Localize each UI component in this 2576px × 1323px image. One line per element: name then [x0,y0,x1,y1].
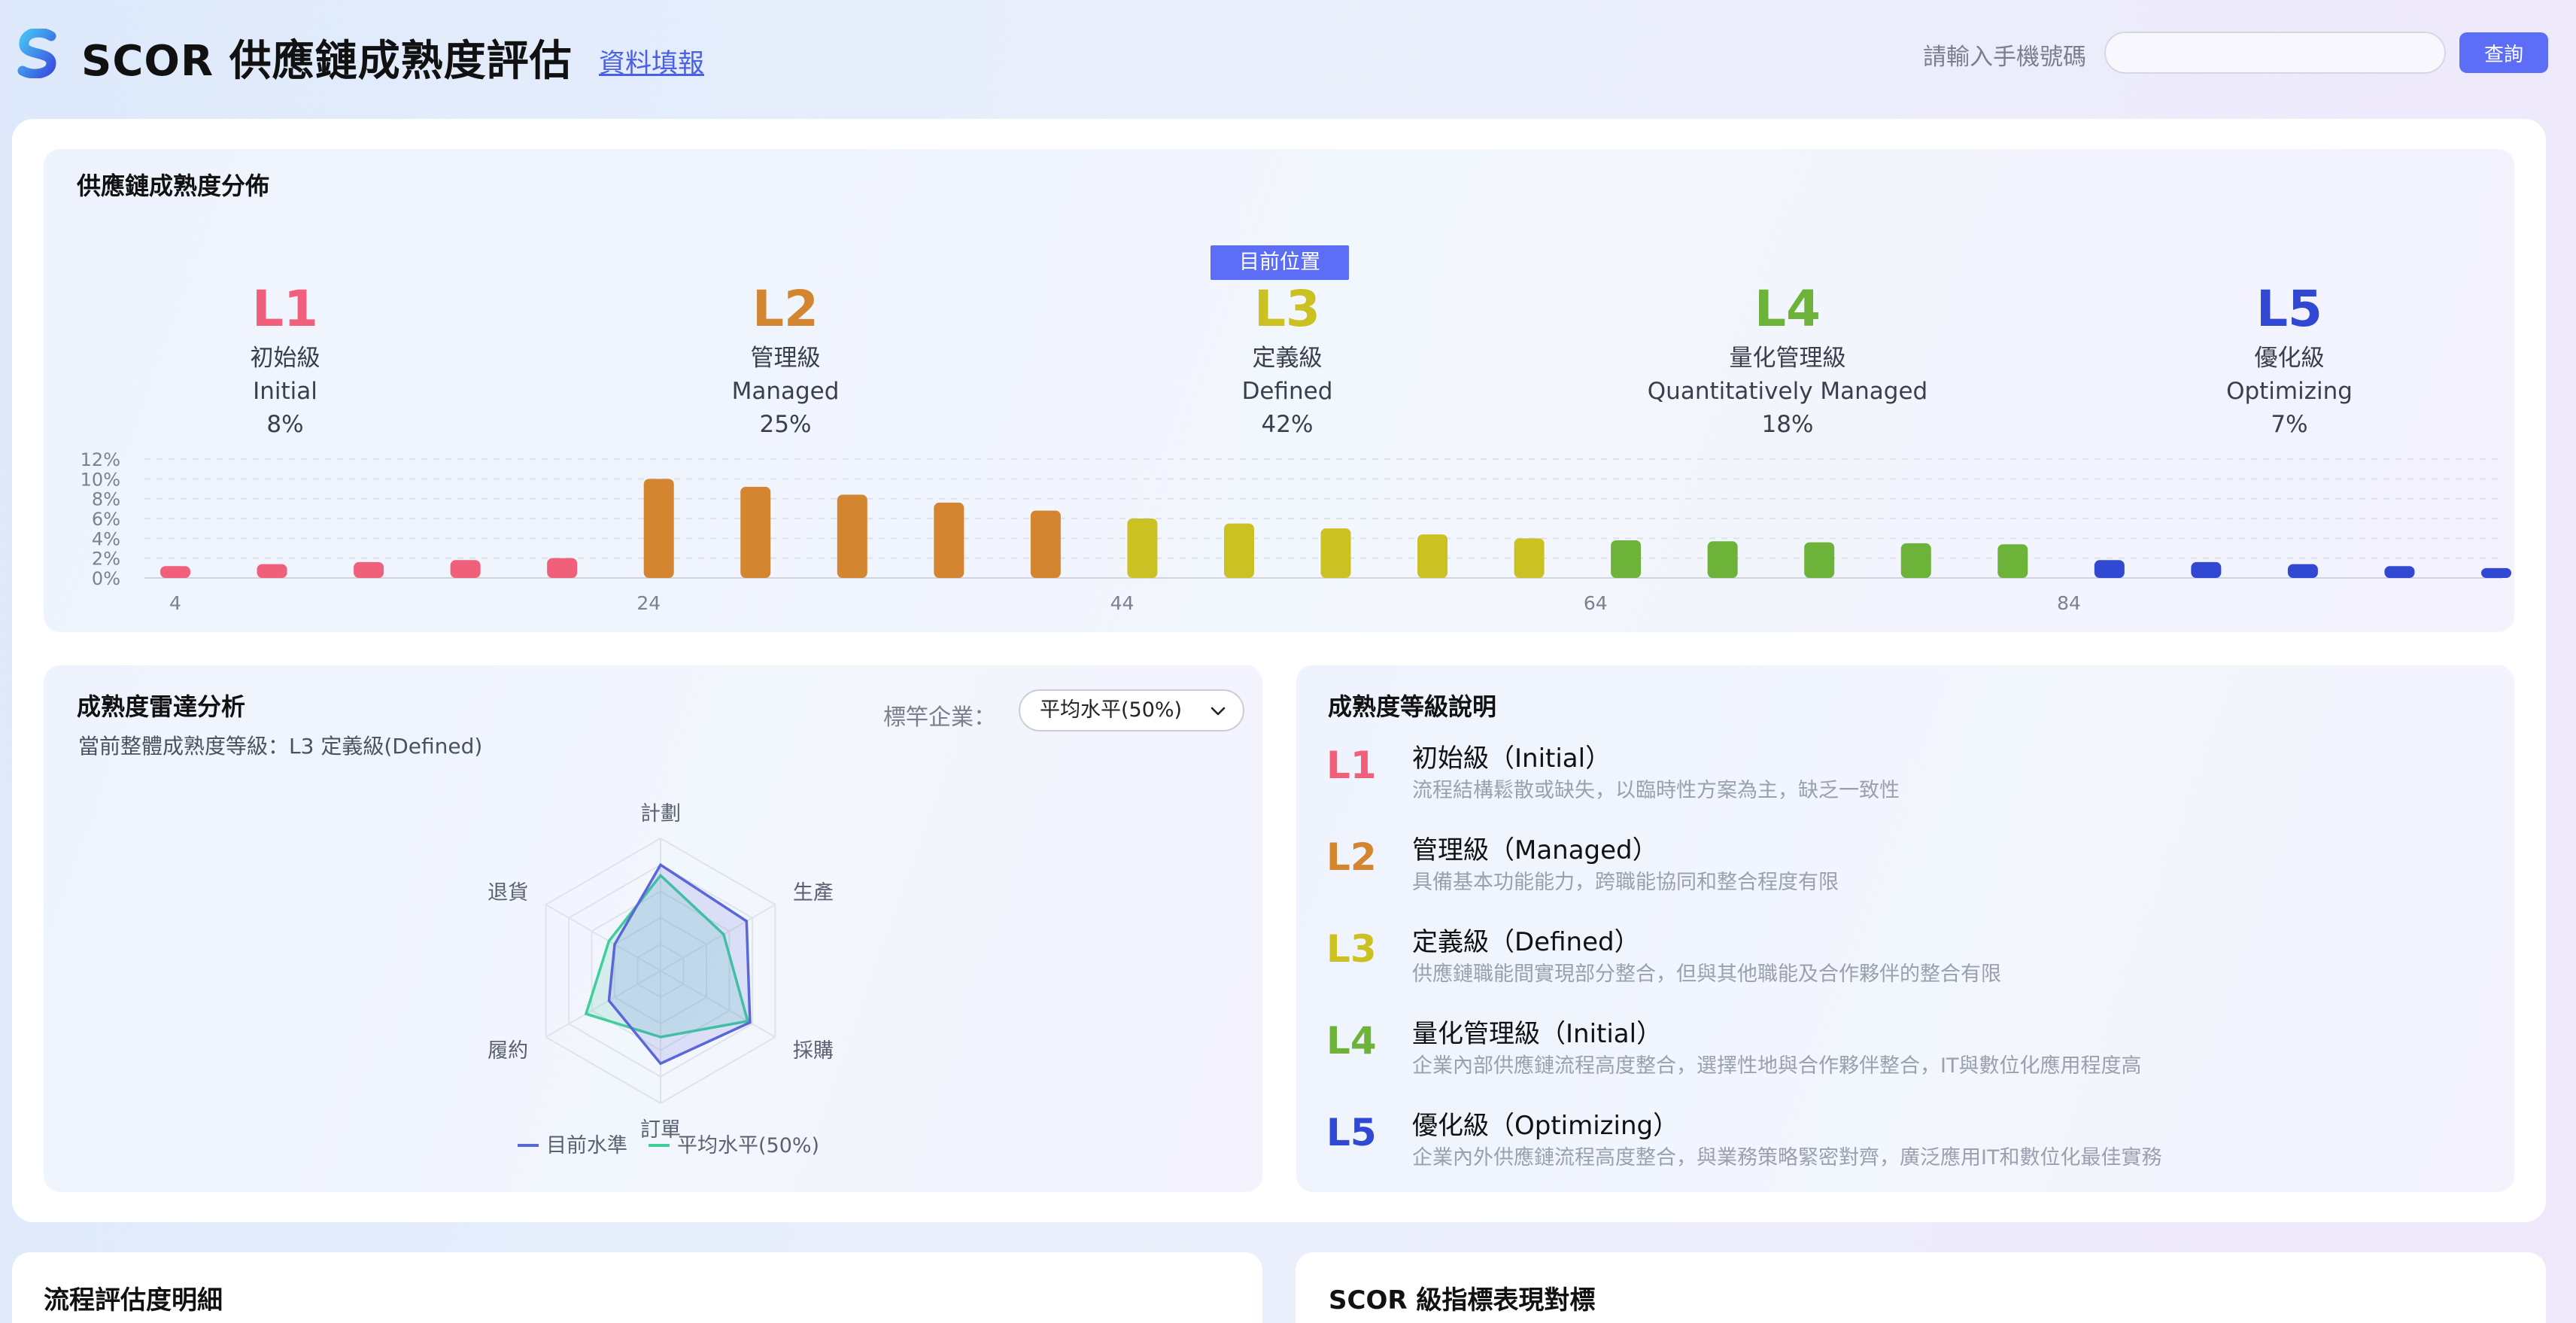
phone-label: 請輸入手機號碼 [1923,44,2086,71]
radar-axis-label: 計劃 [640,802,681,826]
legend-label: 平均水平(50%) [677,1134,819,1157]
level-code: L2 [1326,835,1377,879]
radar-axis-label: 採購 [793,1039,834,1063]
query-button[interactable]: 查詢 [2459,32,2548,73]
y-tick-label: 6% [92,509,120,530]
level-item-l4: L4 量化管理級（Initial） 企業內部供應鏈流程高度整合，選擇性地與合作夥… [1326,1013,2485,1088]
distribution-bar [1417,534,1448,578]
scor-benchmark-card: SCOR 級指標表現對標 [1296,1252,2546,1323]
y-tick-label: 8% [92,489,120,510]
level-code: L1 [1326,744,1377,787]
x-tick-label: 4 [169,592,181,614]
maturity-distribution-chart: 0%2%4%6%8%10%12% 4 24 44 64 84 [80,449,2511,614]
y-tick-label: 10% [80,469,120,490]
distribution-bar [547,558,578,578]
x-tick-label: 64 [1584,592,1608,614]
distribution-bar [1707,541,1738,578]
level-title: 初始級（Initial） [1412,744,1612,774]
distribution-bar [1804,542,1835,578]
level-item-l3: L3 定義級（Defined） 供應鏈職能間實現部分整合，但與其他職能及合作夥伴… [1326,921,2485,996]
phone-input[interactable] [2104,32,2446,74]
distribution-bar [1514,538,1545,578]
level-title: 量化管理級（Initial） [1412,1019,1663,1049]
scor-benchmark-title: SCOR 級指標表現對標 [1329,1285,1596,1315]
level-description: 企業內部供應鏈流程高度整合，選擇性地與合作夥伴整合，IT與數位化應用程度高 [1412,1054,2142,1078]
level-code: L5 [1326,1111,1377,1154]
distribution-bar [2287,564,2318,578]
x-tick-label: 24 [636,592,661,614]
x-tick-label: 44 [1110,592,1135,614]
radar-axis-label: 退貨 [488,881,528,905]
radar-series-area [607,862,752,1066]
distribution-bar [354,561,384,578]
distribution-bar [2094,560,2125,578]
distribution-bar [1900,543,1931,578]
distribution-bar [1030,510,1061,578]
radar-analysis-panel: 成熟度雷達分析 當前整體成熟度等級：L3 定義級(Defined) 標竿企業： … [44,665,1262,1192]
maturity-distribution-panel: 供應鏈成熟度分佈 目前位置 L1 初始級 Initial 8% L2 管理級 M… [44,149,2514,632]
app-title: SCOR 供應鏈成熟度評估 [81,37,573,86]
y-tick-label: 0% [92,568,120,589]
level-item-l1: L1 初始級（Initial） 流程結構鬆散或缺失，以臨時性方案為主，缺乏一致性 [1326,738,2485,813]
app-header: SCOR 供應鏈成熟度評估 資料填報 請輸入手機號碼 查詢 [0,0,2576,113]
data-entry-link[interactable]: 資料填報 [599,42,704,81]
level-title: 定義級（Defined） [1412,927,1640,957]
radar-chart: 計劃生產採購訂單 履約 退貨目前水準 平均水平(50%) [488,802,834,1157]
y-tick-label: 12% [80,449,120,470]
level-description: 供應鏈職能間實現部分整合，但與其他職能及合作夥伴的整合有限 [1412,963,2001,986]
distribution-bar [160,566,190,578]
distribution-bar [740,486,771,578]
level-description: 流程結構鬆散或缺失，以臨時性方案為主，缺乏一致性 [1412,779,1900,802]
level-item-l5: L5 優化級（Optimizing） 企業內外供應鏈流程高度整合，與業務策略緊密… [1326,1105,2485,1180]
level-code: L4 [1326,1019,1377,1063]
level-title: 管理級（Managed） [1412,835,1658,865]
distribution-bar [1223,523,1254,578]
distribution-bar [1127,519,1158,578]
y-tick-label: 4% [92,528,120,549]
radar-axis-label: 訂單 [640,1118,681,1142]
radar-axis-label: 生產 [793,881,834,905]
x-tick-label: 84 [2057,592,2081,614]
level-code: L3 [1326,927,1377,971]
distribution-bar [2191,561,2222,578]
distribution-bar [1997,544,2028,578]
distribution-bar [450,560,481,578]
distribution-bar [257,564,287,578]
process-detail-card: 流程評估度明細 [12,1252,1262,1323]
main-card: 供應鏈成熟度分佈 目前位置 L1 初始級 Initial 8% L2 管理級 M… [12,119,2546,1222]
distribution-bar [2481,567,2511,578]
y-tick-label: 2% [92,549,120,570]
distribution-bar [1320,528,1351,578]
distribution-bar [837,494,867,578]
level-description-title: 成熟度等級說明 [1328,692,1497,721]
distribution-bar [2384,566,2415,578]
level-description-panel: 成熟度等級說明 L1 初始級（Initial） 流程結構鬆散或缺失，以臨時性方案… [1296,665,2514,1192]
level-title: 優化級（Optimizing） [1412,1111,1679,1141]
legend-label: 目前水準 [546,1134,627,1157]
radar-axis-label: 履約 [488,1039,528,1063]
process-detail-title: 流程評估度明細 [44,1285,223,1315]
distribution-bar [934,502,964,578]
level-description: 具備基本功能能力，跨職能協同和整合程度有限 [1412,871,1839,894]
distribution-bar [1611,540,1642,578]
distribution-bar [643,479,674,578]
level-item-l2: L2 管理級（Managed） 具備基本功能能力，跨職能協同和整合程度有限 [1326,829,2485,905]
level-description: 企業內外供應鏈流程高度整合，與業務策略緊密對齊，廣泛應用IT和數位化最佳實務 [1412,1146,2162,1169]
app-logo-icon [17,29,56,78]
